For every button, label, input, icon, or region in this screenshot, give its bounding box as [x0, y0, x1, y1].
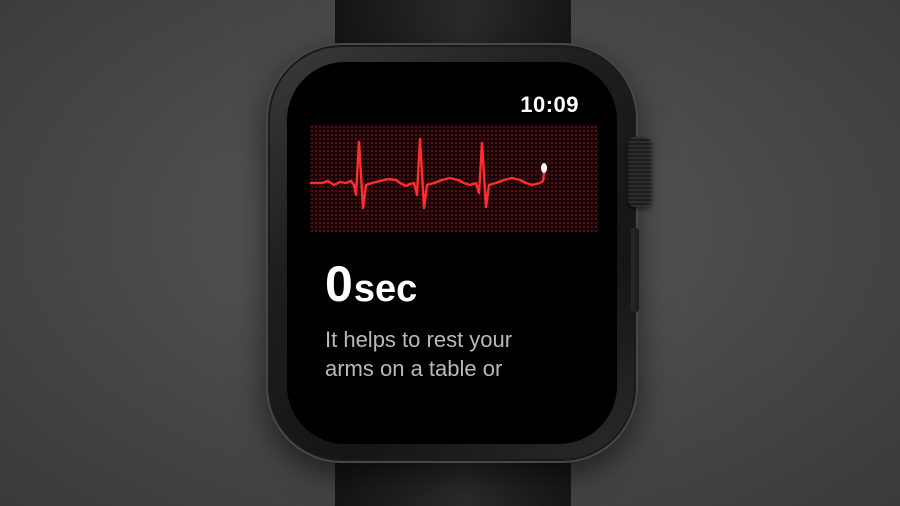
ecg-trace-line — [310, 137, 546, 210]
instruction-text: It helps to rest your arms on a table or — [325, 325, 595, 383]
instruction-line-1: It helps to rest your — [325, 327, 513, 352]
ecg-graph — [310, 125, 597, 232]
seconds-value: 0 — [325, 256, 353, 312]
side-button[interactable] — [631, 228, 639, 312]
ecg-cursor-dot — [541, 163, 547, 173]
elapsed-seconds: 0sec — [325, 255, 417, 313]
instruction-line-2: arms on a table or — [325, 356, 503, 381]
status-time: 10:09 — [520, 92, 579, 117]
seconds-unit: sec — [353, 268, 418, 310]
digital-crown[interactable] — [628, 137, 652, 207]
watch-screen: 10:09 0sec It helps to rest your arms on… — [287, 62, 617, 444]
ecg-trace-svg — [310, 137, 547, 210]
